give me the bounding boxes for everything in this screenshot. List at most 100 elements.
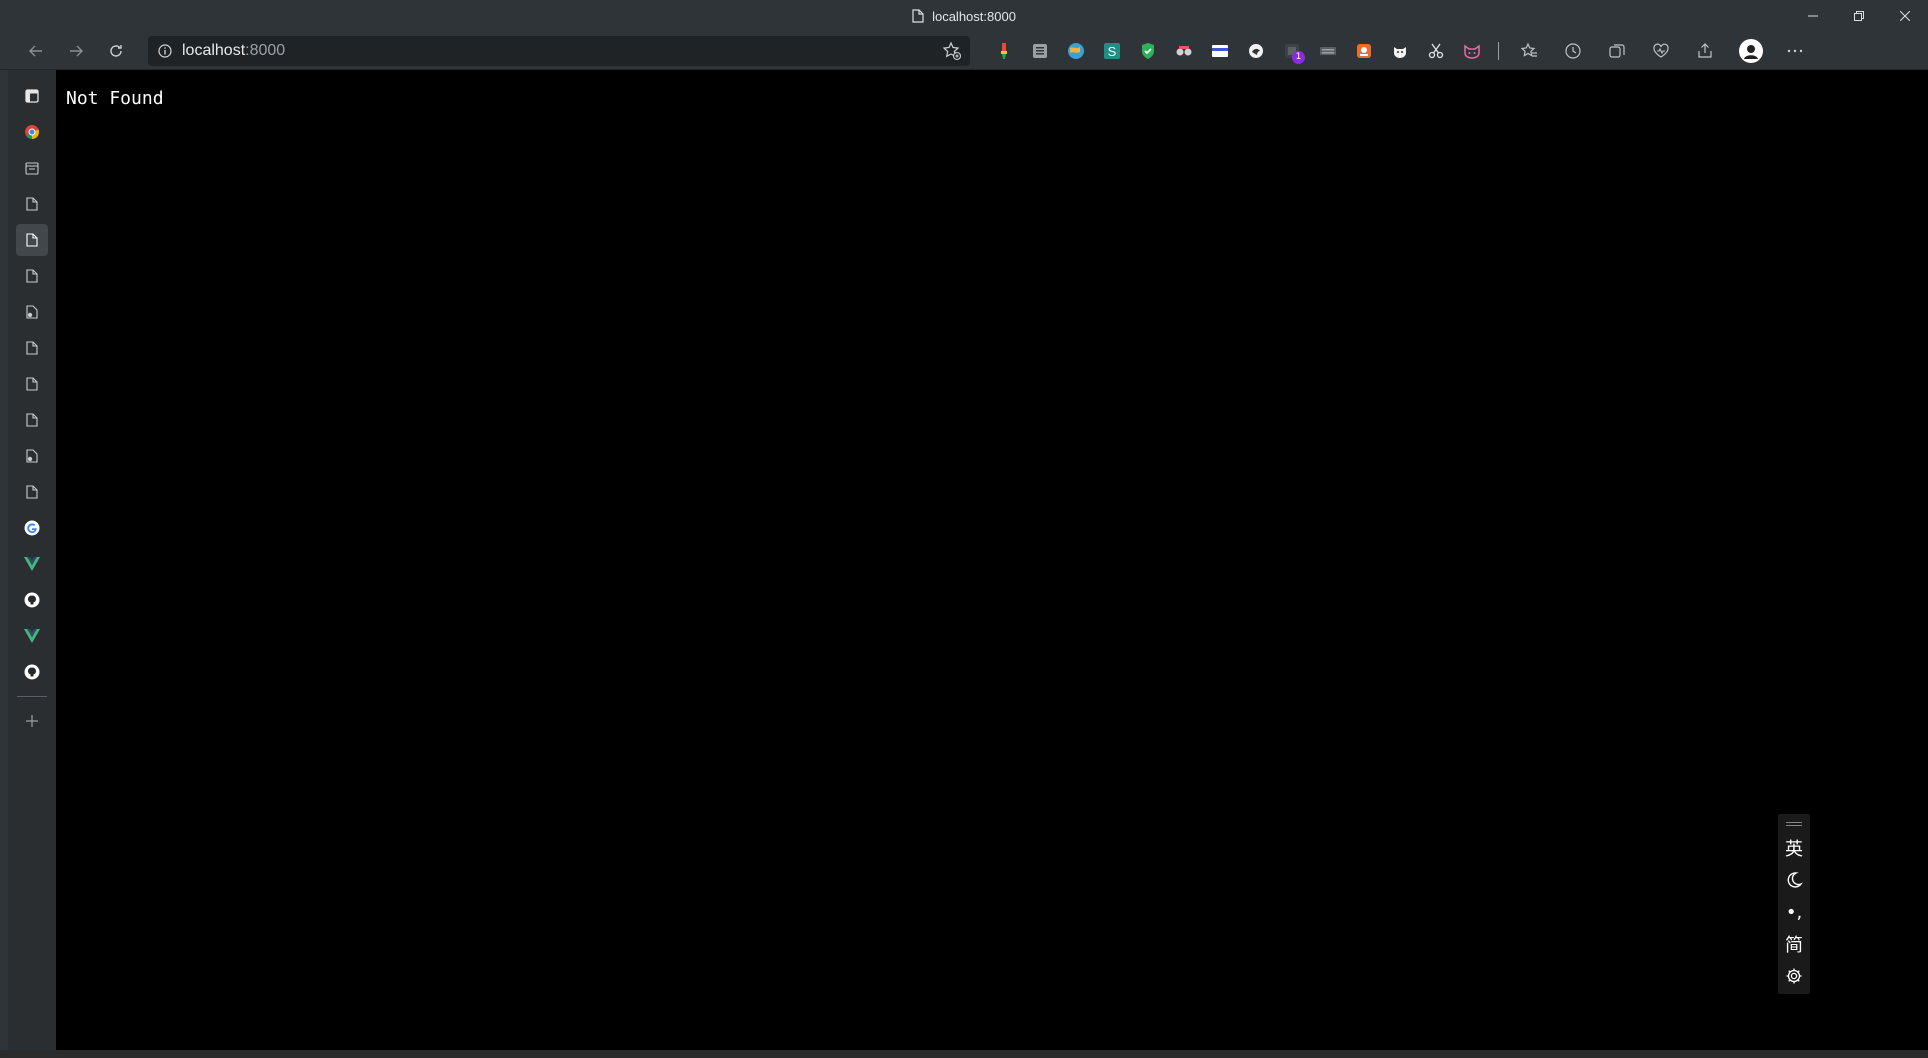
ime-settings[interactable] (1785, 960, 1803, 992)
history-button[interactable] (1551, 35, 1595, 67)
doc-gear-icon (26, 449, 38, 463)
vertical-tab-4[interactable] (16, 188, 48, 220)
tab-actions-icon (25, 89, 39, 103)
orange-logo-icon (1357, 43, 1371, 58)
taskbar-edge (0, 1050, 1928, 1058)
card-icon (1212, 44, 1228, 57)
vertical-tab-vue-2[interactable] (16, 620, 48, 652)
s-logo-icon: S (1104, 42, 1120, 59)
new-tab-button[interactable] (16, 705, 48, 737)
doc-gear-icon (26, 305, 38, 319)
extension-keyboard[interactable] (1310, 35, 1346, 67)
toolbar-separator (1498, 41, 1499, 60)
chrome-icon (25, 125, 39, 139)
browser-toolbar: localhost:8000 S 1 (0, 32, 1928, 70)
vertical-tab-12[interactable] (16, 476, 48, 508)
keyboard-icon (1320, 46, 1336, 55)
refresh-button[interactable] (96, 35, 136, 67)
vertical-tab-actions[interactable] (16, 80, 48, 112)
address-bar[interactable]: localhost:8000 (148, 35, 970, 66)
share-button[interactable] (1683, 35, 1727, 67)
arrow-left-icon (29, 45, 42, 56)
extension-s[interactable]: S (1094, 35, 1130, 67)
history-icon (1565, 42, 1581, 59)
vertical-tab-9[interactable] (16, 368, 48, 400)
extensions-bar: S 1 (986, 35, 1490, 67)
ime-night-mode[interactable] (1785, 864, 1803, 896)
add-favorite-icon[interactable] (942, 41, 962, 65)
vertical-tab-active[interactable] (16, 224, 48, 256)
vue-icon (24, 629, 40, 643)
extension-bird[interactable] (1238, 35, 1274, 67)
ime-punctuation-toggle[interactable]: •, (1786, 896, 1802, 928)
heart-pulse-icon (1653, 43, 1669, 58)
extension-scissors[interactable] (1418, 35, 1454, 67)
url-text[interactable]: localhost:8000 (182, 42, 285, 60)
site-info-icon[interactable] (148, 43, 182, 58)
pink-cat-icon (1464, 44, 1480, 59)
doc-icon (26, 269, 38, 283)
minimize-button[interactable] (1790, 0, 1836, 32)
vertical-tab-google[interactable] (16, 512, 48, 544)
extension-orange[interactable] (1346, 35, 1382, 67)
vertical-tab-8[interactable] (16, 332, 48, 364)
settings-more-button[interactable] (1775, 35, 1815, 67)
doc-icon (26, 197, 38, 211)
vertical-tab-chrome[interactable] (16, 116, 48, 148)
extension-badged[interactable]: 1 (1274, 35, 1310, 67)
scissors-icon (1428, 43, 1444, 58)
url-host: localhost (182, 41, 246, 59)
window-left-frame (0, 70, 8, 1058)
vertical-tab-github-2[interactable] (16, 656, 48, 688)
vertical-tab-github-1[interactable] (16, 584, 48, 616)
ime-drag-handle[interactable] (1786, 822, 1802, 826)
extension-brush[interactable] (986, 35, 1022, 67)
profile-icon (1744, 44, 1758, 59)
doc-icon (26, 413, 38, 427)
forward-button[interactable] (56, 35, 96, 67)
vertical-tabs-sidebar (8, 70, 56, 1050)
shield-icon (1142, 42, 1154, 59)
reader-icon (1033, 43, 1047, 58)
arrow-right-icon (70, 45, 83, 56)
more-dots-icon (1787, 49, 1803, 52)
extension-pink-cat[interactable] (1454, 35, 1490, 67)
doc-icon (26, 341, 38, 355)
favorites-button[interactable] (1507, 35, 1551, 67)
window-title: localhost:8000 (912, 9, 1016, 24)
github-icon (24, 664, 40, 680)
ime-script-toggle[interactable]: 简 (1785, 928, 1803, 960)
url-port: :8000 (245, 41, 286, 59)
vertical-tab-6[interactable] (16, 260, 48, 292)
extension-shield[interactable] (1130, 35, 1166, 67)
window-title-text: localhost:8000 (932, 8, 1016, 24)
vertical-tab-3[interactable] (16, 152, 48, 184)
extension-card[interactable] (1202, 35, 1238, 67)
extension-badge-count: 1 (1292, 50, 1305, 64)
vertical-tab-vue-1[interactable] (16, 548, 48, 580)
back-button[interactable] (16, 35, 56, 67)
extension-reader[interactable] (1022, 35, 1058, 67)
window-controls (1790, 0, 1928, 32)
github-icon (24, 592, 40, 608)
ime-language-toggle[interactable]: 英 (1785, 832, 1803, 864)
restore-button[interactable] (1836, 0, 1882, 32)
sidebar-divider (17, 696, 47, 697)
cat-icon (1394, 46, 1406, 58)
plus-icon (26, 715, 38, 727)
page-icon (912, 9, 924, 23)
vertical-tab-7[interactable] (16, 296, 48, 328)
google-icon (24, 520, 40, 536)
performance-button[interactable] (1639, 35, 1683, 67)
extension-glasses[interactable] (1166, 35, 1202, 67)
extension-cat[interactable] (1382, 35, 1418, 67)
moon-icon (1787, 872, 1803, 888)
profile-avatar[interactable] (1739, 38, 1763, 63)
close-window-button[interactable] (1882, 0, 1928, 32)
vertical-tab-10[interactable] (16, 404, 48, 436)
extension-globe[interactable] (1058, 35, 1094, 67)
calendar-doc-icon (25, 162, 39, 175)
vertical-tab-11[interactable] (16, 440, 48, 472)
collections-icon (1609, 43, 1625, 58)
collections-button[interactable] (1595, 35, 1639, 67)
